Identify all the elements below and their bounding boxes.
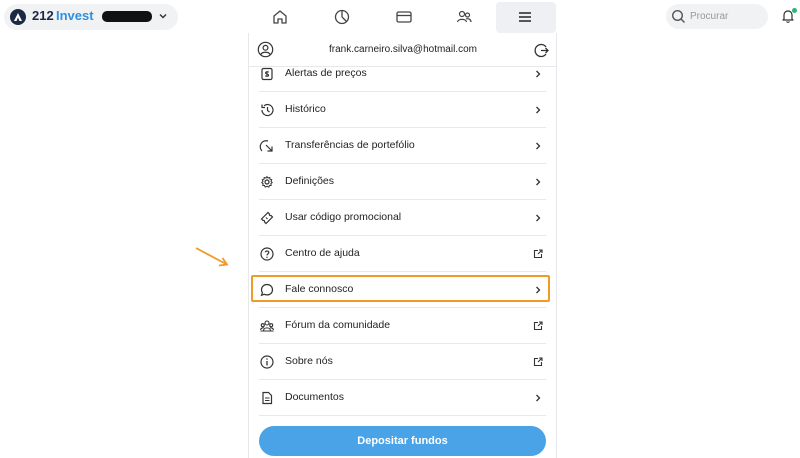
chevron-down-icon[interactable] — [158, 11, 168, 21]
menu-button[interactable] — [496, 2, 556, 33]
menu-item-promo-code[interactable]: Usar código promocional — [259, 200, 546, 236]
chevron-right-icon — [536, 142, 541, 150]
chevron-right-icon — [536, 178, 541, 186]
menu-item-documents[interactable]: Documentos — [259, 380, 546, 416]
menu-item-portfolio-transfers[interactable]: Transferências de portefólio — [259, 128, 546, 164]
price-alert-icon — [261, 67, 273, 81]
community-icon — [259, 320, 275, 332]
menu-item-label: Fale connosco — [285, 283, 354, 295]
menu-item-help-center[interactable]: Centro de ajuda — [259, 236, 546, 272]
home-icon[interactable] — [270, 7, 290, 27]
hamburger-icon — [519, 12, 531, 22]
menu-item-label: Transferências de portefólio — [285, 139, 415, 151]
user-email: frank.carneiro.silva@hotmail.com — [329, 44, 477, 55]
menu-item-label: Documentos — [285, 391, 344, 403]
help-icon — [260, 247, 274, 261]
external-link-icon — [533, 249, 543, 259]
menu-item-contact-us[interactable]: Fale connosco — [259, 272, 546, 308]
annotation-arrow — [195, 247, 229, 267]
menu-item-price-alerts[interactable]: Alertas de preços — [259, 56, 546, 92]
a-logo-icon — [10, 9, 26, 25]
people-icon[interactable] — [454, 7, 474, 27]
menu-item-about-us[interactable]: Sobre nós — [259, 344, 546, 380]
external-link-icon — [533, 321, 543, 331]
menu-item-label: Definições — [285, 175, 335, 187]
transfer-icon — [259, 140, 273, 152]
chevron-right-icon — [536, 70, 541, 78]
notification-dot — [792, 8, 797, 13]
chevron-right-icon — [536, 106, 541, 114]
gear-icon — [261, 175, 273, 188]
search-input[interactable] — [690, 8, 764, 25]
deposit-funds-button[interactable]: Depositar fundos — [259, 426, 546, 456]
menu-item-label: Sobre nós — [285, 355, 333, 367]
top-bar: 212 Invest — [0, 0, 800, 34]
search-box[interactable] — [666, 4, 768, 29]
search-icon — [671, 9, 685, 23]
chevron-right-icon — [536, 286, 541, 294]
masked-account-name — [102, 11, 152, 22]
menu-item-label: Centro de ajuda — [285, 247, 360, 259]
info-icon — [260, 355, 274, 369]
chat-icon — [260, 283, 274, 297]
menu-item-community-forum[interactable]: Fórum da comunidade — [259, 308, 546, 344]
pie-chart-icon[interactable] — [332, 7, 352, 27]
document-icon — [262, 391, 273, 405]
menu-panel: frank.carneiro.silva@hotmail.com Alertas… — [248, 33, 557, 458]
brand-number: 212 — [32, 8, 54, 23]
ticket-icon — [260, 211, 274, 225]
menu-item-label: Fórum da comunidade — [285, 319, 391, 331]
chevron-right-icon — [536, 214, 541, 222]
card-icon[interactable] — [394, 7, 414, 27]
menu-item-history[interactable]: Histórico — [259, 92, 546, 128]
history-icon — [261, 103, 274, 117]
chevron-right-icon — [536, 394, 541, 402]
menu-item-label: Alertas de preços — [285, 67, 367, 79]
menu-item-label: Usar código promocional — [285, 211, 402, 223]
brand-name: Invest — [56, 8, 94, 23]
menu-item-label: Histórico — [285, 103, 326, 115]
external-link-icon — [533, 357, 543, 367]
menu-item-settings[interactable]: Definições — [259, 164, 546, 200]
